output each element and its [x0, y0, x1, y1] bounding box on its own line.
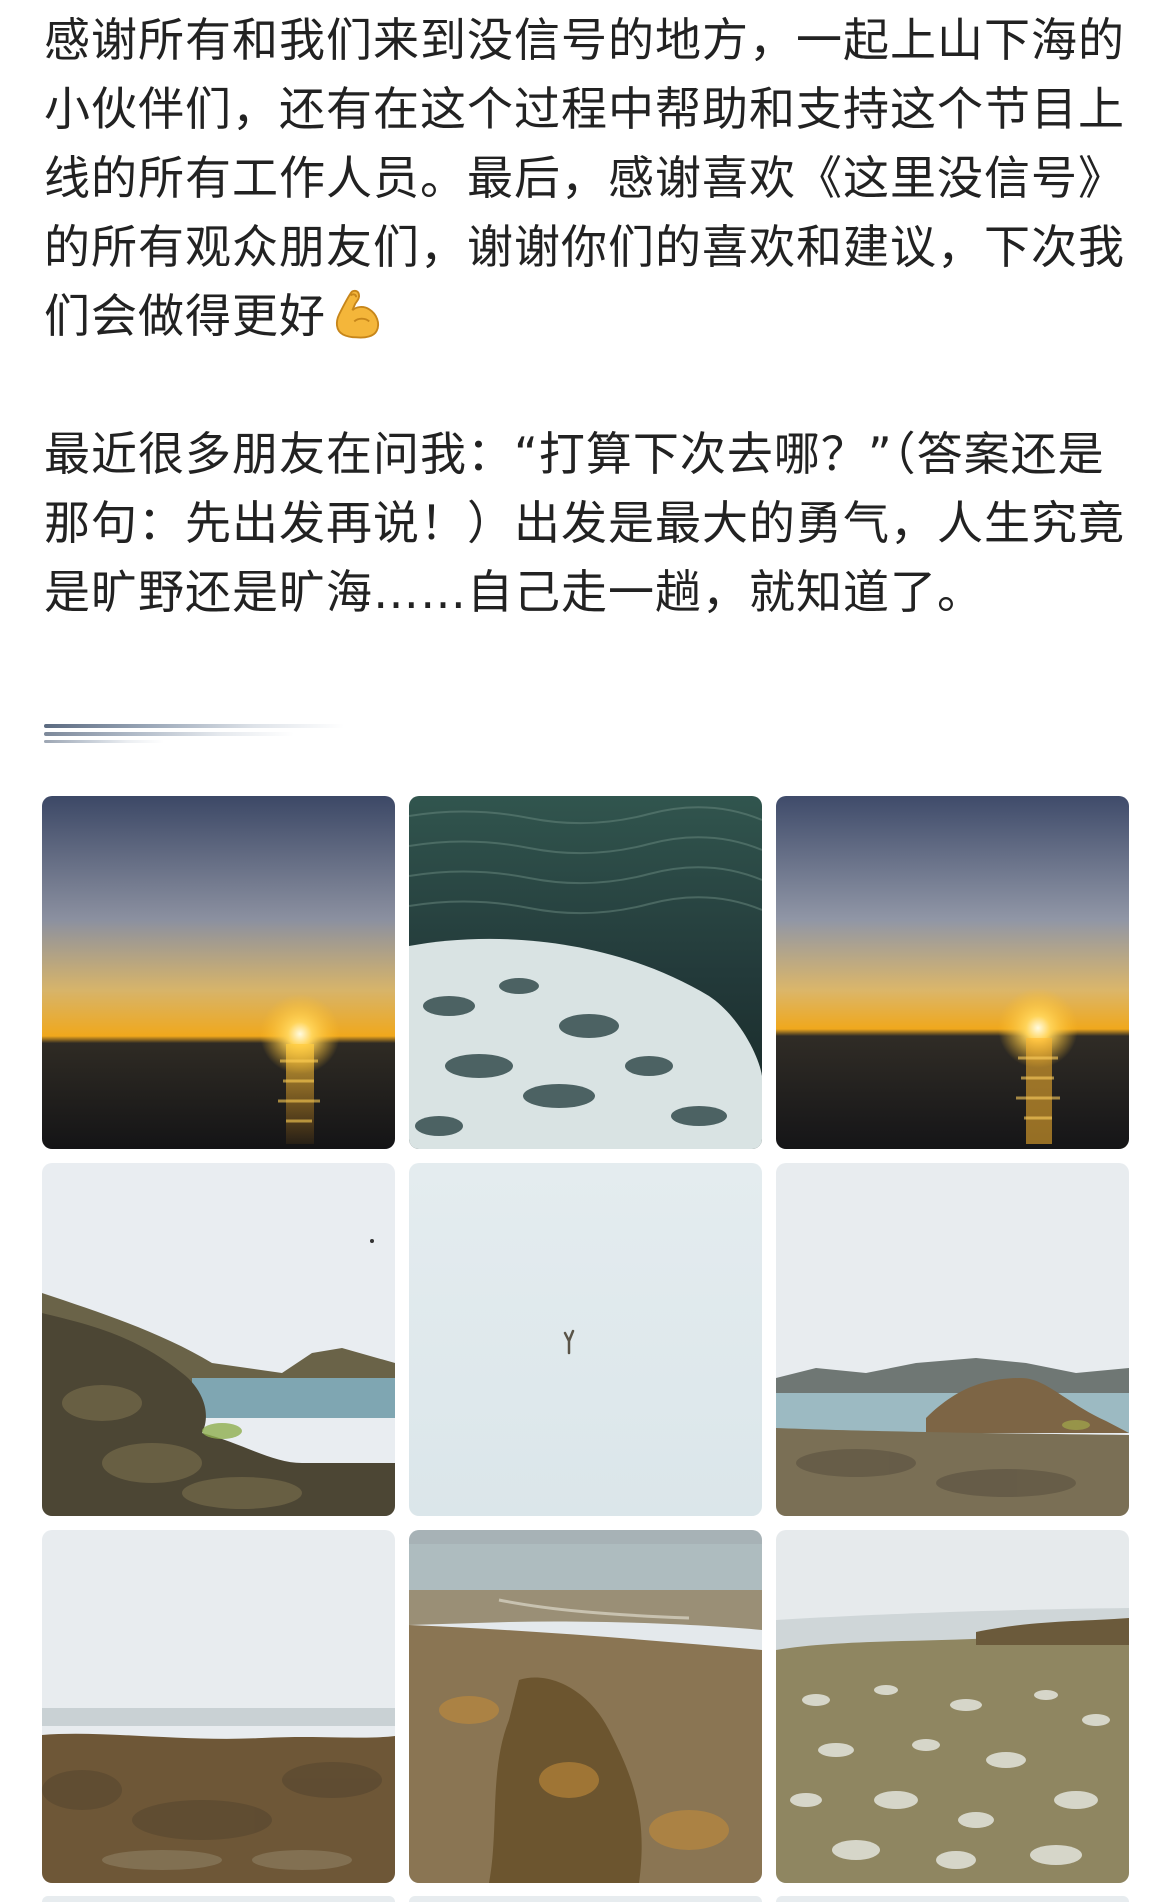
post-body: 感谢所有和我们来到没信号的地方，一起上山下海的小伙伴们，还有在这个过程中帮助和支…	[44, 6, 1134, 627]
ocean-wave-foam-photo[interactable]	[409, 796, 762, 1149]
post-paragraph-2: 最近很多朋友在问我：“打算下次去哪？”（答案还是那句：先出发再说！）出发是最大的…	[44, 427, 1125, 619]
post-paragraph-1-text: 感谢所有和我们来到没信号的地方，一起上山下海的小伙伴们，还有在这个过程中帮助和支…	[44, 13, 1125, 343]
bird-in-sky-photo[interactable]	[409, 1163, 762, 1516]
rocky-coast-bay-photo[interactable]	[42, 1163, 395, 1516]
sunset-over-sea-photo-2[interactable]	[776, 796, 1129, 1149]
photo-grid	[42, 796, 1130, 1883]
photo-peek-2[interactable]	[409, 1896, 762, 1902]
photo-peek-3[interactable]	[776, 1896, 1129, 1902]
sunset-over-sea-photo-1[interactable]	[42, 796, 395, 1149]
flexed-biceps-icon	[335, 289, 380, 339]
desert-shrubs-photo[interactable]	[776, 1530, 1129, 1883]
barren-hills-photo[interactable]	[42, 1530, 395, 1883]
island-bay-panorama-photo[interactable]	[776, 1163, 1129, 1516]
next-photo-row	[42, 1896, 1130, 1902]
section-divider	[44, 722, 354, 750]
photo-peek-1[interactable]	[42, 1896, 395, 1902]
volcanic-valley-photo[interactable]	[409, 1530, 762, 1883]
post-paragraph-1: 感谢所有和我们来到没信号的地方，一起上山下海的小伙伴们，还有在这个过程中帮助和支…	[44, 6, 1134, 351]
